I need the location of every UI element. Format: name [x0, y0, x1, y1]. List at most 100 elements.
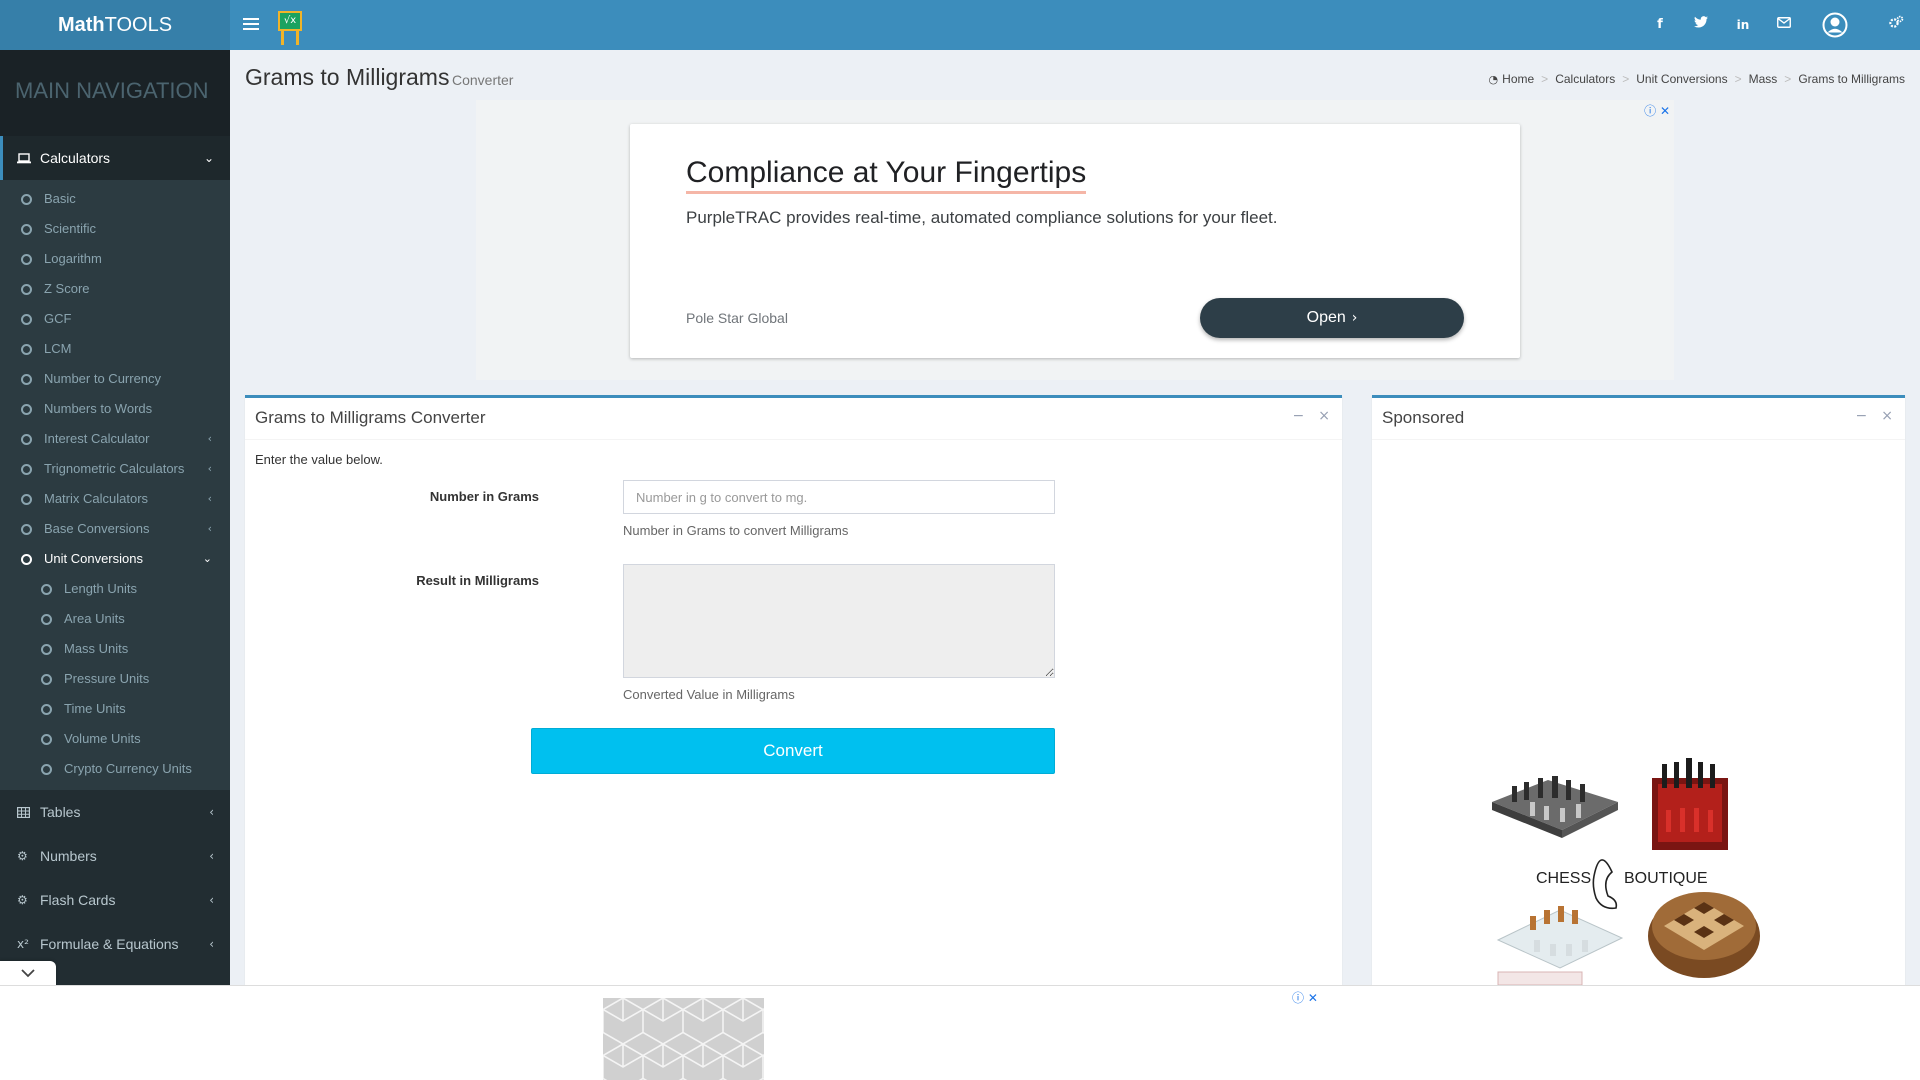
sidebar-item-logarithm[interactable]: Logarithm — [0, 244, 230, 274]
sidebar-item-number-to-currency[interactable]: Number to Currency — [0, 364, 230, 394]
breadcrumb-calculators[interactable]: Calculators — [1555, 72, 1615, 86]
close-icon[interactable]: × — [1881, 408, 1893, 424]
top-advertisement: ⓘ ✕ Compliance at Your Fingertips Purple… — [476, 100, 1674, 380]
table-icon — [17, 790, 33, 834]
sidebar-item-label: Crypto Currency Units — [64, 761, 192, 776]
box-title: Grams to Milligrams Converter — [255, 408, 486, 427]
top-navbar: MathTOOLS √x f in — [0, 0, 1920, 50]
sidebar-item-basic[interactable]: Basic — [0, 184, 230, 214]
sidebar-item-flash-cards[interactable]: ⚙ Flash Cards ‹ — [0, 878, 230, 922]
sidebar-item-pressure-units[interactable]: Pressure Units — [0, 664, 230, 694]
box-tools: − × — [1279, 408, 1330, 424]
circle-icon — [21, 194, 32, 205]
sidebar-item-label: Time Units — [64, 701, 126, 716]
breadcrumb-separator: > — [1622, 72, 1630, 86]
sidebar-item-label: Area Units — [64, 611, 125, 626]
sidebar-toggle-menu-icon[interactable] — [243, 15, 259, 35]
circle-icon — [21, 374, 32, 385]
ad-choices-close-icon[interactable]: ⓘ ✕ — [1292, 989, 1318, 1006]
sidebar-item-numbers-to-words[interactable]: Numbers to Words — [0, 394, 230, 424]
sidebar-item-label: Basic — [44, 191, 76, 206]
circle-icon — [21, 434, 32, 445]
ad-headline[interactable]: Compliance at Your Fingertips — [686, 156, 1087, 194]
sidebar-item-area-units[interactable]: Area Units — [0, 604, 230, 634]
sidebar-item-mass-units[interactable]: Mass Units — [0, 634, 230, 664]
sidebar-item-trignometric-calculators[interactable]: Trignometric Calculators ‹ — [0, 454, 230, 484]
ad-card[interactable]: Compliance at Your Fingertips PurpleTRAC… — [630, 124, 1520, 358]
ad-pattern-image[interactable] — [603, 998, 764, 1080]
circle-icon — [41, 704, 52, 715]
mail-icon[interactable] — [1774, 15, 1794, 35]
chevron-left-icon: ‹ — [207, 462, 212, 475]
sidebar-item-formulae-equations[interactable]: x² Formulae & Equations ‹ — [0, 922, 230, 966]
chevron-left-icon: ‹ — [207, 522, 212, 535]
circle-icon — [41, 584, 52, 595]
sidebar-item-label: Numbers to Words — [44, 401, 153, 416]
ad-advertiser: Pole Star Global — [686, 310, 788, 326]
collapse-toggle-chevron-down-icon[interactable] — [0, 961, 56, 987]
close-icon[interactable]: × — [1318, 408, 1330, 424]
sidebar-item-label: Z Score — [44, 281, 90, 296]
sidebar-item-scientific[interactable]: Scientific — [0, 214, 230, 244]
ad-brand-boutique: BOUTIQUE — [1624, 870, 1708, 887]
app-logo[interactable]: MathTOOLS — [0, 0, 230, 50]
sidebar-item-lcm[interactable]: LCM — [0, 334, 230, 364]
sidebar-item-interest-calculator[interactable]: Interest Calculator ‹ — [0, 424, 230, 454]
breadcrumb-separator: > — [1541, 72, 1549, 86]
result-milligrams-textarea[interactable] — [623, 564, 1055, 678]
circle-icon — [41, 674, 52, 685]
page-subtitle: Converter — [452, 72, 514, 88]
sidebar-item-numbers[interactable]: ⚙ Numbers ‹ — [0, 834, 230, 878]
circle-icon — [21, 524, 32, 535]
sponsored-box-header: Sponsored − × — [1372, 398, 1905, 440]
user-account-icon[interactable] — [1822, 12, 1848, 38]
chevron-left-icon: ‹ — [207, 432, 212, 445]
chess-boutique-ad-image[interactable]: CHESS BOUTIQUE — [1490, 750, 1790, 986]
grams-input[interactable] — [623, 480, 1055, 514]
sidebar-item-label: Formulae & Equations — [40, 936, 179, 952]
sidebar-item-label: Numbers — [40, 848, 97, 864]
sidebar-item-base-conversions[interactable]: Base Conversions ‹ — [0, 514, 230, 544]
sidebar-item-z-score[interactable]: Z Score — [0, 274, 230, 304]
converter-box: Grams to Milligrams Converter − × Enter t… — [245, 395, 1342, 985]
sidebar: MAIN NAVIGATION Calculators ⌄ Basic Scie… — [0, 50, 230, 985]
sidebar-item-tables[interactable]: Tables ‹ — [0, 790, 230, 834]
sidebar-item-crypto-currency-units[interactable]: Crypto Currency Units — [0, 754, 230, 784]
sidebar-item-unit-conversions[interactable]: Unit Conversions ⌄ — [0, 544, 230, 574]
breadcrumb-unit-conversions[interactable]: Unit Conversions — [1636, 72, 1727, 86]
twitter-icon[interactable] — [1691, 15, 1711, 35]
facebook-icon[interactable]: f — [1650, 15, 1670, 35]
converter-box-header: Grams to Milligrams Converter − × — [245, 398, 1342, 440]
linkedin-icon[interactable]: in — [1733, 15, 1753, 35]
math-chalkboard-icon[interactable]: √x — [276, 9, 304, 45]
sidebar-item-calculators[interactable]: Calculators ⌄ — [0, 136, 230, 180]
ad-choices-close-icon[interactable]: ⓘ ✕ — [1644, 102, 1670, 119]
chevron-right-icon: › — [1351, 310, 1358, 326]
sidebar-item-label: Calculators — [40, 150, 111, 166]
sidebar-item-gcf[interactable]: GCF — [0, 304, 230, 334]
breadcrumb-mass[interactable]: Mass — [1749, 72, 1778, 86]
sidebar-item-label: Number to Currency — [44, 371, 162, 386]
circle-icon — [41, 614, 52, 625]
settings-gears-icon[interactable] — [1886, 15, 1906, 35]
chevron-down-icon: ⌄ — [203, 151, 214, 165]
breadcrumb-home[interactable]: Home — [1502, 72, 1534, 86]
sidebar-item-label: Interest Calculator — [44, 431, 150, 446]
chevron-left-icon: ‹ — [209, 937, 214, 951]
sidebar-item-volume-units[interactable]: Volume Units — [0, 724, 230, 754]
minimize-icon[interactable]: − — [1856, 408, 1868, 424]
sidebar-item-label: Base Conversions — [44, 521, 150, 536]
ad-open-button[interactable]: Open › — [1200, 298, 1464, 338]
sidebar-item-time-units[interactable]: Time Units — [0, 694, 230, 724]
circle-icon — [41, 764, 52, 775]
calculators-submenu: Basic Scientific Logarithm Z Score GCF L… — [0, 180, 230, 790]
sidebar-heading: MAIN NAVIGATION — [0, 50, 230, 136]
minimize-icon[interactable]: − — [1293, 408, 1305, 424]
breadcrumb-separator: > — [1734, 72, 1742, 86]
sidebar-item-label: Scientific — [44, 221, 97, 236]
sidebar-item-matrix-calculators[interactable]: Matrix Calculators ‹ — [0, 484, 230, 514]
result-help: Converted Value in Milligrams — [623, 687, 795, 702]
sidebar-item-length-units[interactable]: Length Units — [0, 574, 230, 604]
convert-button[interactable]: Convert — [531, 728, 1055, 774]
grams-input-help: Number in Grams to convert Milligrams — [623, 523, 849, 538]
